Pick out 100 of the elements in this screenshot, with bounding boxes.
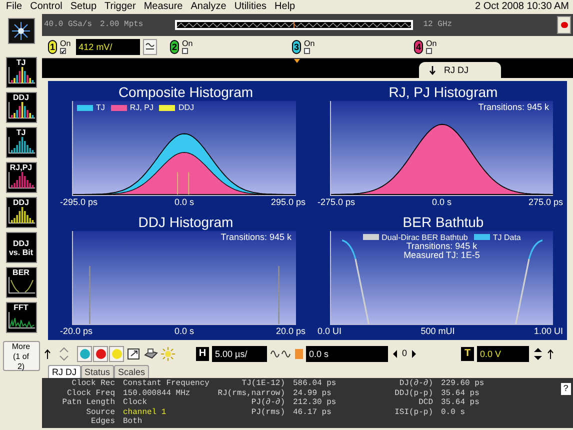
- legend-label: TJ: [96, 103, 105, 112]
- record-icon: [560, 22, 568, 28]
- trigger-level-field[interactable]: 0.0 V: [477, 346, 530, 362]
- sidebar-item-label: RJ,PJ: [10, 163, 32, 172]
- strip-tab-label: RJ DJ: [444, 64, 468, 77]
- screenshot-icon[interactable]: [127, 346, 141, 360]
- horizontal-button[interactable]: H: [196, 346, 209, 360]
- channel-checkbox[interactable]: [426, 48, 432, 54]
- chart-title: DDJ Histogram: [137, 212, 234, 230]
- spinner-icon[interactable]: [532, 346, 544, 362]
- axis-tick-label: 1.00 UI: [534, 325, 563, 338]
- delay-field[interactable]: 0.0 s: [306, 346, 388, 362]
- sidebar-item[interactable]: DDJ vs. Bit: [6, 232, 36, 263]
- date-time: 2 Oct 2008 10:30 AM: [475, 0, 570, 14]
- result-label: Clock Freq: [66, 388, 115, 398]
- sidebar-item-label: TJ: [16, 128, 26, 137]
- menu-item[interactable]: Trigger: [100, 0, 140, 14]
- histogram-icon: [8, 67, 34, 84]
- sidebar-item[interactable]: DDJ: [6, 197, 36, 228]
- color-button[interactable]: [109, 346, 124, 362]
- sidebar-item-label: DDJ vs. Bit: [8, 238, 34, 256]
- step-value: 0: [402, 346, 408, 360]
- channel-on-label: On: [182, 40, 193, 48]
- menu-item[interactable]: Control: [26, 0, 66, 14]
- channel-scale-field[interactable]: 412 mV/: [76, 39, 140, 55]
- menu-item[interactable]: Help: [270, 0, 300, 14]
- histogram-icon: [8, 207, 34, 224]
- channel-on-label: On: [304, 40, 315, 48]
- sidebar-item[interactable]: DDJ: [6, 92, 36, 123]
- result-label: DJ(∂-∂): [398, 379, 433, 389]
- waveform-overview[interactable]: [175, 20, 414, 30]
- chart-note: Transitions: 945 k: [406, 242, 478, 250]
- chart-title: RJ, PJ Histogram: [388, 83, 499, 101]
- menu-item[interactable]: Setup: [66, 0, 101, 14]
- result-value: 229.60 ps: [441, 379, 486, 389]
- more-button[interactable]: More (1 of 2): [2, 341, 40, 371]
- sidebar-item-label: DDJ: [12, 93, 29, 102]
- channel-badge[interactable]: 3: [292, 40, 301, 54]
- result-value: 212.30 ps: [293, 398, 338, 408]
- menu-item[interactable]: Measure: [140, 0, 187, 14]
- bathtub-curve-icon: [8, 277, 34, 294]
- sidebar-item[interactable]: FFT: [6, 302, 36, 333]
- panel-tab[interactable]: RJ DJ: [48, 365, 80, 378]
- result-value: 0.0 s: [441, 408, 466, 418]
- result-label: PJ(∂-∂): [250, 398, 285, 408]
- axis-tick-label: 0.0 UI: [318, 325, 342, 338]
- result-label: Edges: [90, 417, 115, 427]
- channel-badge[interactable]: 2: [170, 40, 179, 54]
- result-value: 35.64 ps: [441, 398, 480, 408]
- panel-tab[interactable]: Status: [80, 365, 114, 378]
- sidebar-item-label: TJ: [16, 58, 26, 67]
- result-value: 46.17 ps: [293, 408, 332, 418]
- result-value: 586.04 ps: [293, 379, 338, 389]
- chart-title: BER Bathtub: [402, 212, 485, 230]
- color-button[interactable]: [93, 346, 108, 362]
- channel-checkbox[interactable]: [304, 48, 310, 54]
- result-value: Clock: [123, 398, 148, 408]
- color-button[interactable]: [77, 346, 92, 362]
- result-label: Clock Rec: [70, 379, 115, 389]
- result-label: ISI(p-p): [394, 408, 433, 418]
- trigger-button[interactable]: T: [461, 346, 474, 360]
- bandwidth: 12 GHz: [423, 19, 452, 31]
- time-scale-field[interactable]: 5.00 µs/: [212, 346, 267, 362]
- axis-tick-label: -275.0 ps: [318, 196, 356, 208]
- result-label: Source: [85, 408, 115, 417]
- result-label: PJ(rms): [250, 408, 285, 418]
- sidebar-item[interactable]: TJ: [6, 127, 36, 158]
- spectrum-icon: [8, 312, 34, 329]
- menu-item[interactable]: Analyze: [186, 0, 230, 14]
- coupling-icon[interactable]: [142, 39, 157, 55]
- sidebar-item-label: DDJ: [12, 198, 29, 207]
- up-arrow-icon[interactable]: [547, 348, 554, 358]
- result-label: RJ(rms,narrow): [216, 388, 285, 398]
- channel-checkbox[interactable]: [182, 48, 188, 54]
- sidebar-item[interactable]: RJ,PJ: [6, 162, 36, 193]
- channel-badge[interactable]: 4: [414, 40, 423, 54]
- chart-note: Transitions: 945 k: [478, 103, 549, 112]
- result-label: TJ(1E-12): [240, 379, 285, 389]
- strip-tab[interactable]: RJ DJ: [419, 62, 501, 78]
- menu-item[interactable]: Utilities: [230, 0, 271, 14]
- sample-rate: 40.0 GSa/s: [44, 19, 92, 31]
- help-button[interactable]: ?: [561, 383, 571, 395]
- menu-item[interactable]: File: [2, 0, 26, 14]
- result-label: DCD: [418, 398, 433, 408]
- up-arrow-icon[interactable]: [44, 348, 51, 358]
- sidebar-item[interactable]: BER: [6, 267, 36, 298]
- channel-checkbox[interactable]: [60, 48, 66, 54]
- printer-icon[interactable]: [144, 346, 158, 360]
- sidebar-item[interactable]: TJ: [6, 57, 36, 88]
- histogram-icon: [8, 172, 34, 189]
- panel-tab[interactable]: Scales: [114, 365, 150, 378]
- axis-tick-label: 500 mUI: [420, 325, 455, 338]
- axis-tick-label: -20.0 ps: [60, 325, 93, 338]
- down-arrow-icon: [429, 66, 436, 74]
- logo-icon[interactable]: [8, 18, 34, 44]
- record-button[interactable]: [557, 16, 571, 34]
- sidebar-item-label: BER: [12, 268, 30, 277]
- axis-tick-label: 20.0 ps: [276, 325, 306, 338]
- channel-badge[interactable]: 1: [48, 40, 57, 54]
- chart-note: Transitions: 945 k: [220, 232, 292, 242]
